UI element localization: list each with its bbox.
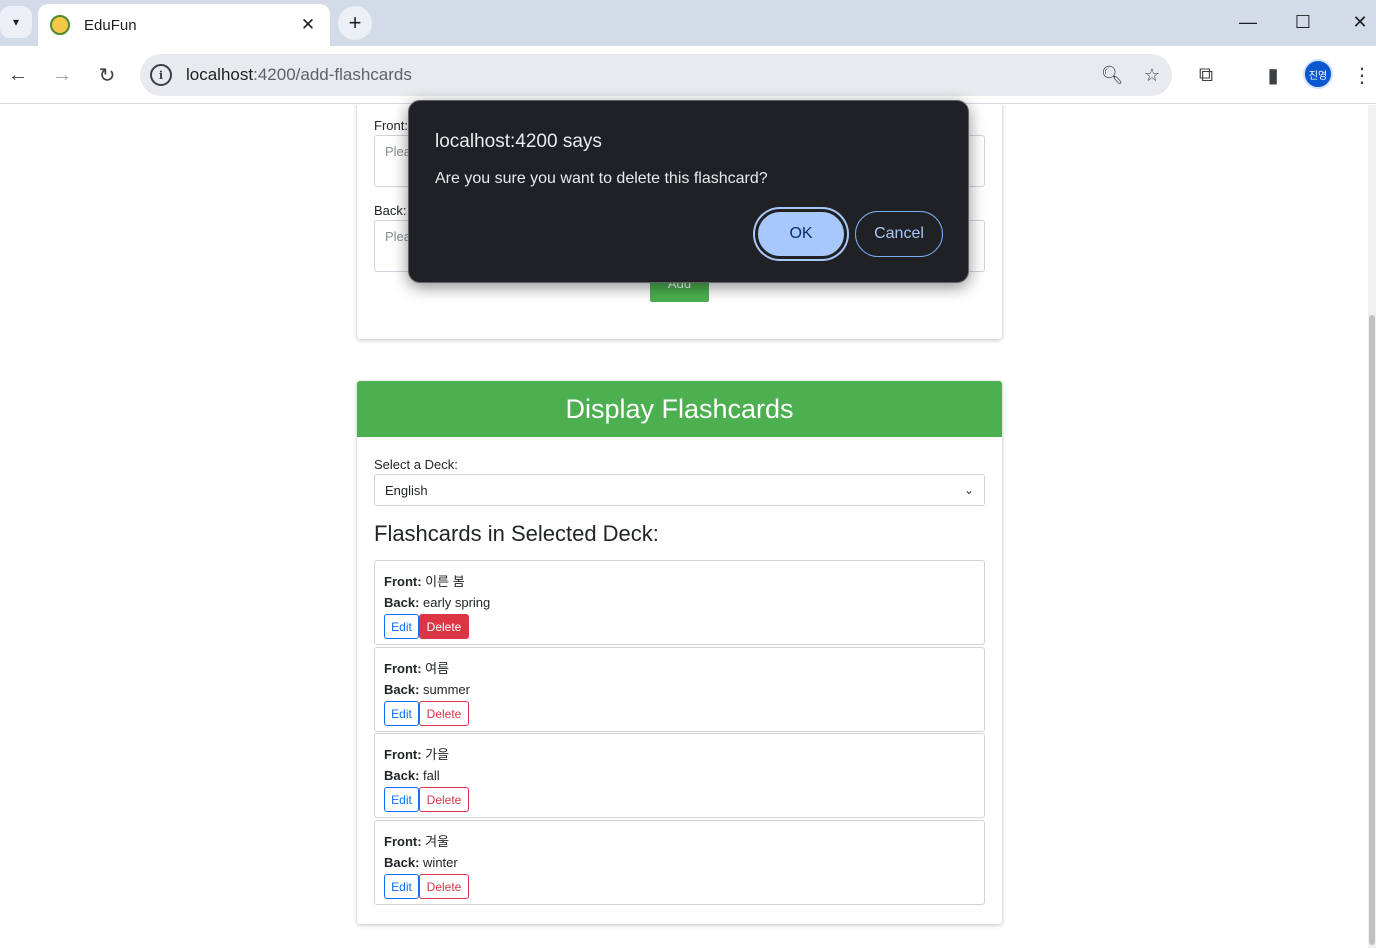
arrow-right-icon: → <box>52 63 72 86</box>
flashcard-back: Back: summer <box>384 679 975 700</box>
scrollbar-thumb[interactable] <box>1369 315 1375 945</box>
more-vert-icon: ⋮ <box>1352 64 1372 87</box>
display-header: Display Flashcards <box>357 381 1002 437</box>
url-host: localhost <box>186 65 254 84</box>
chevron-down-icon: ⌄ <box>963 483 974 497</box>
puzzle-icon: ⧉ <box>1198 63 1214 86</box>
edit-button[interactable]: Edit <box>384 787 419 812</box>
chevron-down-icon: ▾ <box>12 15 20 29</box>
maximize-icon: ☐ <box>1294 11 1312 32</box>
front-value: 가을 <box>425 747 450 762</box>
avatar[interactable]: 진영 <box>1303 59 1333 89</box>
deck-label: Select a Deck: <box>374 457 458 472</box>
url-text[interactable]: localhost:4200/add-flashcards <box>186 65 1092 85</box>
edit-button[interactable]: Edit <box>384 614 419 639</box>
flashcard-back: Back: winter <box>384 852 975 873</box>
dialog-message: Are you sure you want to delete this fla… <box>435 170 768 187</box>
front-value: 여름 <box>425 661 450 676</box>
front-key: Front: <box>384 661 422 676</box>
front-value: 이른 봄 <box>425 574 465 589</box>
tab-strip: ▾ EduFun ✕ + — ☐ ✕ <box>0 0 1376 46</box>
flashcard-item: Front: 이른 봄 Back: early spring Edit Dele… <box>374 560 985 645</box>
dialog-title: localhost:4200 says <box>435 131 602 152</box>
display-flashcards-card: Display Flashcards Select a Deck: Englis… <box>357 381 1002 924</box>
back-label: Back: <box>374 203 407 218</box>
tab-edufun[interactable]: EduFun ✕ <box>38 4 330 46</box>
minimize-icon: — <box>1239 11 1257 32</box>
side-panel-icon: ▮ <box>1267 64 1279 87</box>
back-value: fall <box>423 768 440 783</box>
flashcard-back: Back: fall <box>384 765 975 786</box>
flashcard-item: Front: 여름 Back: summer Edit Delete <box>374 647 985 732</box>
close-icon[interactable]: ✕ <box>298 15 318 35</box>
new-tab-button[interactable]: + <box>338 6 372 40</box>
back-value: early spring <box>423 595 491 610</box>
maximize-button[interactable]: ☐ <box>1283 8 1323 36</box>
front-label: Front: <box>374 118 408 133</box>
front-key: Front: <box>384 574 422 589</box>
front-key: Front: <box>384 747 422 762</box>
edit-button[interactable]: Edit <box>384 874 419 899</box>
star-icon[interactable]: ☆ <box>1132 65 1172 86</box>
address-bar[interactable]: i localhost:4200/add-flashcards 🔍︎ ☆ <box>140 54 1172 96</box>
back-value: winter <box>423 855 458 870</box>
edufun-favicon-icon <box>50 15 70 35</box>
close-window-button[interactable]: ✕ <box>1340 8 1376 36</box>
menu-button[interactable]: ⋮ <box>1346 59 1376 91</box>
tab-title: EduFun <box>84 16 137 34</box>
minimize-button[interactable]: — <box>1228 8 1268 36</box>
side-panel-button[interactable]: ▮ <box>1257 59 1289 91</box>
deck-select[interactable]: English ⌄ <box>374 474 985 506</box>
back-button[interactable]: ← <box>2 59 34 91</box>
browser-toolbar: ← → ↻ i localhost:4200/add-flashcards 🔍︎… <box>0 46 1376 104</box>
delete-button[interactable]: Delete <box>419 614 469 639</box>
delete-button[interactable]: Delete <box>419 787 469 812</box>
flashcard-actions: Edit Delete <box>384 787 975 812</box>
back-key: Back: <box>384 768 420 783</box>
back-key: Back: <box>384 595 420 610</box>
forward-button[interactable]: → <box>46 59 78 91</box>
flashcard-front: Front: 가을 <box>384 744 975 765</box>
front-value: 겨울 <box>425 834 450 849</box>
section-title: Flashcards in Selected Deck: <box>374 521 659 546</box>
close-icon: ✕ <box>1352 11 1368 32</box>
flashcard-actions: Edit Delete <box>384 614 975 639</box>
flashcard-item: Front: 가을 Back: fall Edit Delete <box>374 733 985 818</box>
flashcard-actions: Edit Delete <box>384 701 975 726</box>
flashcard-actions: Edit Delete <box>384 874 975 899</box>
flashcard-front: Front: 여름 <box>384 658 975 679</box>
flashcard-item: Front: 겨울 Back: winter Edit Delete <box>374 820 985 905</box>
extensions-button[interactable]: ⧉ <box>1190 59 1222 91</box>
zoom-icon[interactable]: 🔍︎ <box>1092 65 1132 86</box>
arrow-left-icon: ← <box>8 63 28 86</box>
tab-search-button[interactable]: ▾ <box>0 6 32 38</box>
deck-selected-value: English <box>385 482 428 498</box>
flashcard-back: Back: early spring <box>384 592 975 613</box>
back-key: Back: <box>384 855 420 870</box>
reload-icon: ↻ <box>98 64 116 87</box>
ok-button[interactable]: OK <box>755 209 847 259</box>
cancel-button[interactable]: Cancel <box>855 211 943 257</box>
back-key: Back: <box>384 682 420 697</box>
flashcard-front: Front: 이른 봄 <box>384 571 975 592</box>
delete-button[interactable]: Delete <box>419 701 469 726</box>
url-path: :4200/add-flashcards <box>253 65 412 84</box>
site-info-icon[interactable]: i <box>150 64 172 86</box>
flashcard-front: Front: 겨울 <box>384 831 975 852</box>
reload-button[interactable]: ↻ <box>91 59 123 91</box>
plus-icon: + <box>348 10 362 35</box>
edit-button[interactable]: Edit <box>384 701 419 726</box>
back-value: summer <box>423 682 470 697</box>
confirm-dialog: localhost:4200 says Are you sure you wan… <box>408 100 969 283</box>
delete-button[interactable]: Delete <box>419 874 469 899</box>
front-key: Front: <box>384 834 422 849</box>
